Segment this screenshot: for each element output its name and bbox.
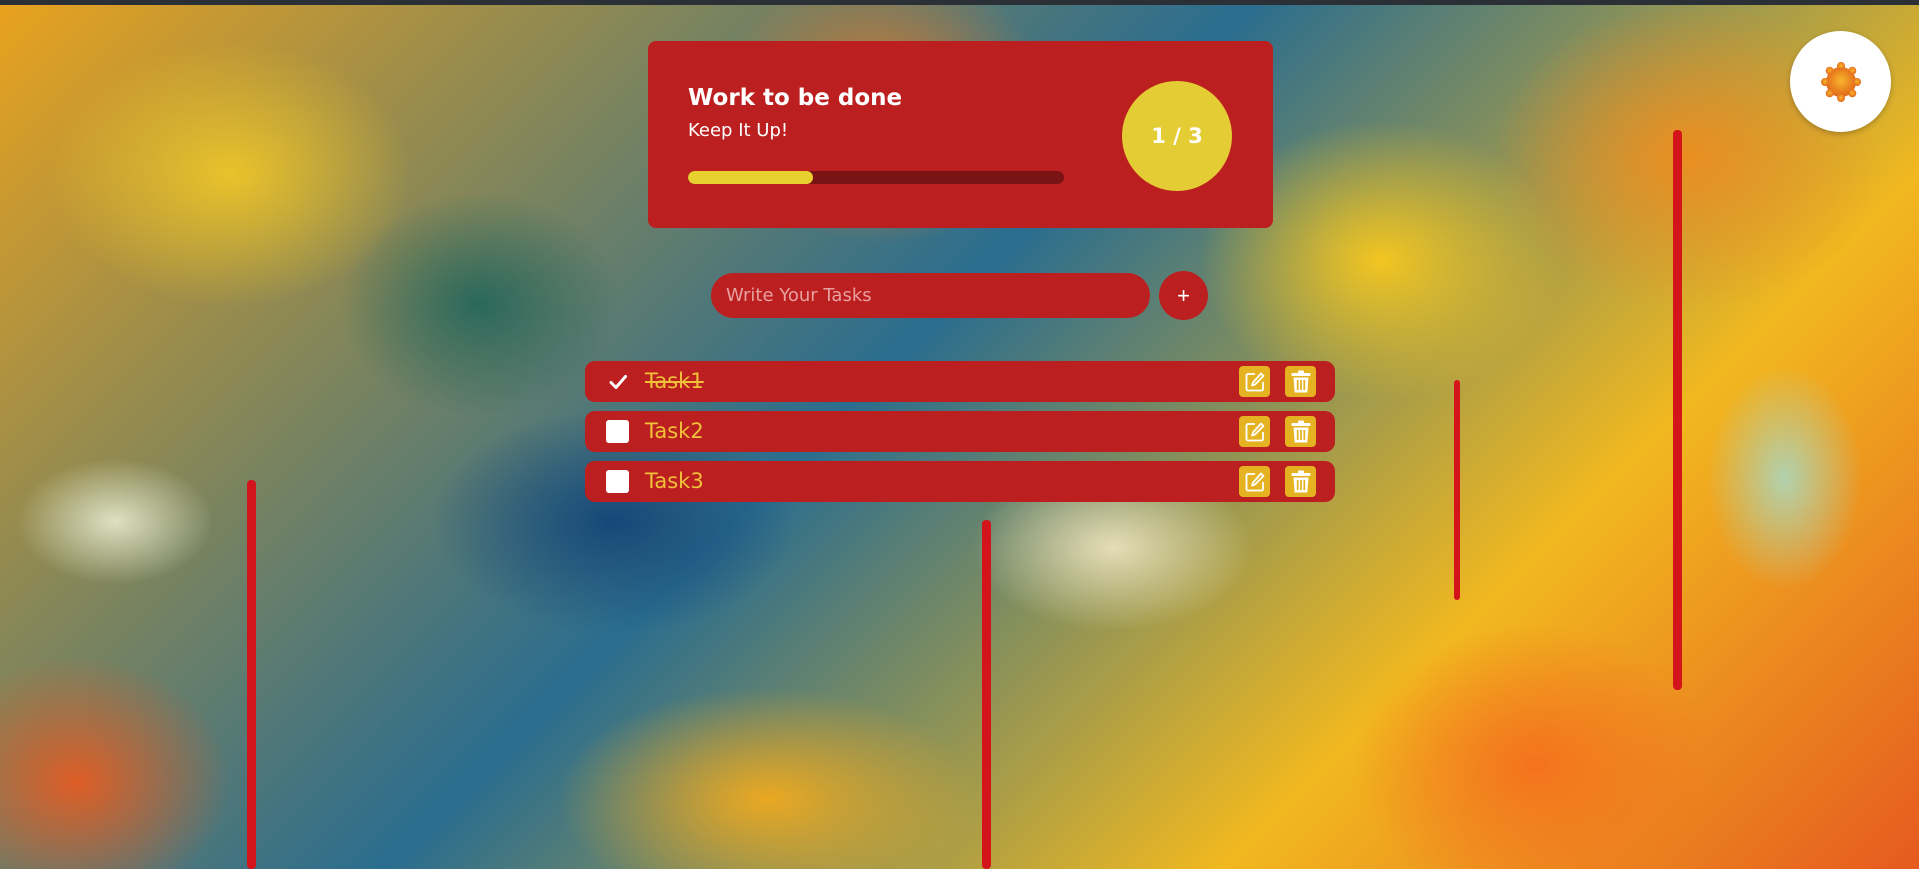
task-label: Task1: [645, 369, 704, 393]
theme-toggle-button[interactable]: [1790, 31, 1891, 132]
add-task-button[interactable]: +: [1159, 271, 1208, 320]
task-input[interactable]: [711, 273, 1150, 318]
trash-icon: [1291, 370, 1310, 392]
edit-task-button[interactable]: [1239, 366, 1270, 397]
task-list: Task1 Task2 Task3: [585, 361, 1335, 511]
edit-icon: [1245, 472, 1264, 491]
task-item: Task3: [585, 461, 1335, 502]
edit-icon: [1245, 422, 1264, 441]
edit-icon: [1245, 372, 1264, 391]
delete-task-button[interactable]: [1285, 466, 1316, 497]
delete-task-button[interactable]: [1285, 366, 1316, 397]
task-count-badge: 1 / 3: [1122, 81, 1232, 191]
task-checkbox[interactable]: [606, 420, 629, 443]
task-label: Task2: [645, 419, 704, 443]
summary-title: Work to be done: [688, 85, 903, 111]
delete-task-button[interactable]: [1285, 416, 1316, 447]
progress-bar-fill: [688, 171, 814, 184]
task-item: Task1: [585, 361, 1335, 402]
progress-bar: [688, 171, 1064, 184]
checkmark-icon: [609, 374, 627, 389]
edit-task-button[interactable]: [1239, 416, 1270, 447]
edit-task-button[interactable]: [1239, 466, 1270, 497]
trash-icon: [1291, 420, 1310, 442]
task-label: Task3: [645, 469, 704, 493]
task-checkbox[interactable]: [606, 370, 629, 393]
task-item: Task2: [585, 411, 1335, 452]
trash-icon: [1291, 470, 1310, 492]
summary-subtitle: Keep It Up!: [688, 120, 789, 141]
sun-icon: [1820, 61, 1861, 102]
task-checkbox[interactable]: [606, 470, 629, 493]
progress-summary-card: Work to be done Keep It Up! 1 / 3: [648, 41, 1273, 228]
